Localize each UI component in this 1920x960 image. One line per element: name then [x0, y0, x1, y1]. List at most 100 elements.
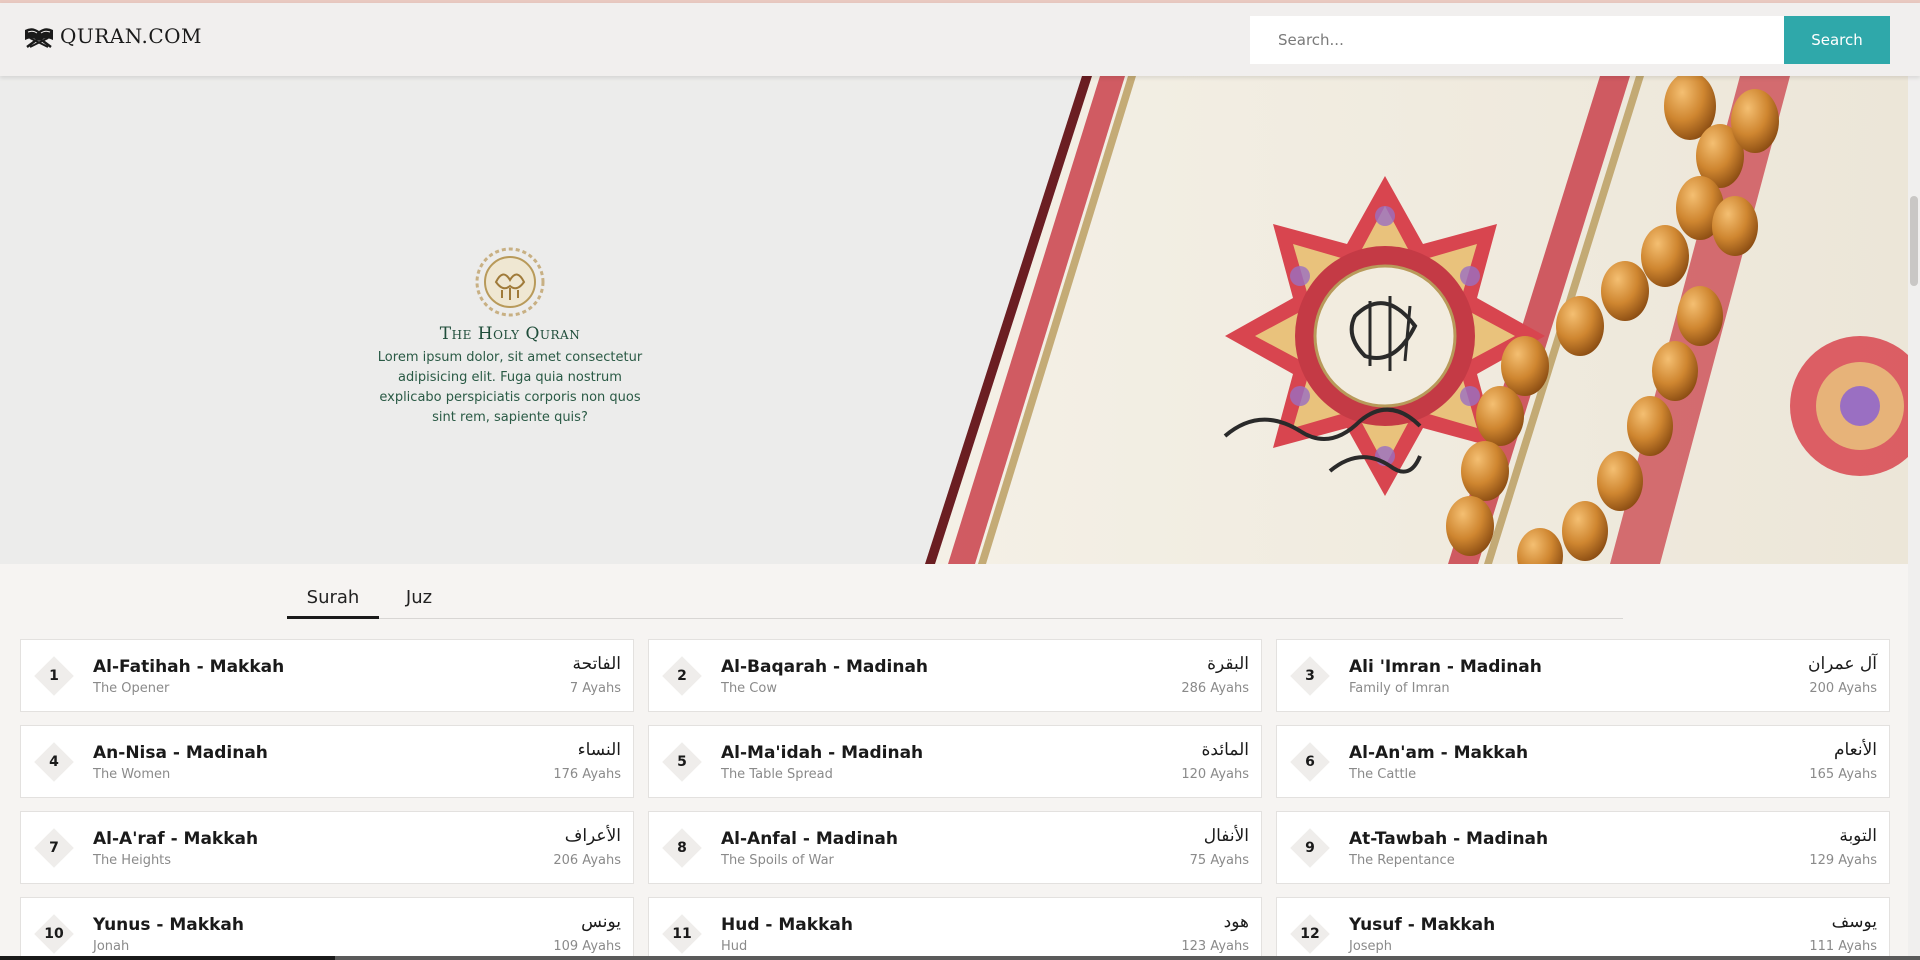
surah-arabic-name: الأنفال: [1203, 826, 1249, 846]
hero-text-block: The Holy Quran Lorem ipsum dolor, sit am…: [370, 246, 650, 428]
surah-number: 6: [1305, 754, 1315, 770]
surah-card[interactable]: 10 Yunus - Makkah Jonah يونس 109 Ayahs: [20, 897, 634, 960]
surah-number: 10: [44, 926, 64, 942]
surah-card[interactable]: 4 An-Nisa - Madinah The Women النساء 176 Aya…: [20, 725, 634, 798]
surah-name: Al-Anfal - Madinah: [721, 829, 898, 849]
surah-card[interactable]: 7 Al-A'raf - Makkah The Heights الأعراف 206 …: [20, 811, 634, 884]
surah-ayah-count: 75 Ayahs: [1189, 853, 1249, 868]
surah-ayah-count: 176 Ayahs: [553, 767, 621, 782]
surah-number-badge: 6: [1290, 742, 1330, 782]
surah-card[interactable]: 5 Al-Ma'idah - Madinah The Table Spread الم…: [648, 725, 1262, 798]
surah-card[interactable]: 3 Ali 'Imran - Madinah Family of Imran آل ع…: [1276, 639, 1890, 712]
surah-number-badge: 7: [34, 828, 74, 868]
surah-number: 3: [1305, 668, 1315, 684]
surah-ayah-count: 111 Ayahs: [1809, 939, 1877, 954]
site-logo[interactable]: QURAN.COM: [22, 24, 202, 48]
surah-number: 12: [1300, 926, 1320, 942]
surah-arabic-name: التوبة: [1839, 826, 1877, 846]
surah-number-badge: 9: [1290, 828, 1330, 868]
quran-emblem-icon: [475, 247, 545, 317]
quran-cover-image: [925, 76, 1920, 564]
surah-card[interactable]: 11 Hud - Makkah Hud هود 123 Ayahs: [648, 897, 1262, 960]
surah-name: Ali 'Imran - Madinah: [1349, 657, 1542, 677]
surah-number: 9: [1305, 840, 1315, 856]
surah-number-badge: 4: [34, 742, 74, 782]
surah-meaning: The Spoils of War: [721, 853, 834, 868]
surah-number-badge: 11: [662, 914, 702, 954]
surah-card[interactable]: 12 Yusuf - Makkah Joseph يوسف 111 Ayahs: [1276, 897, 1890, 960]
surah-number: 4: [49, 754, 59, 770]
surah-arabic-name: الأنعام: [1833, 740, 1877, 760]
surah-name: Al-Baqarah - Madinah: [721, 657, 929, 677]
surah-arabic-name: آل عمران: [1807, 654, 1877, 674]
surah-card[interactable]: 9 At-Tawbah - Madinah The Repentance التوبة…: [1276, 811, 1890, 884]
surah-card[interactable]: 1 Al-Fatihah - Makkah The Opener الفاتحة 7 A…: [20, 639, 634, 712]
search-input[interactable]: [1250, 16, 1784, 64]
surah-card[interactable]: 2 Al-Baqarah - Madinah The Cow البقرة 286 Ay…: [648, 639, 1262, 712]
surah-arabic-name: البقرة: [1207, 654, 1249, 674]
surah-name: At-Tawbah - Madinah: [1349, 829, 1549, 849]
hero-banner: The Holy Quran Lorem ipsum dolor, sit am…: [0, 76, 1920, 564]
surah-number: 2: [677, 668, 687, 684]
surah-card[interactable]: 8 Al-Anfal - Madinah The Spoils of War الأن…: [648, 811, 1262, 884]
hero-title: The Holy Quran: [439, 324, 581, 344]
surah-juz-tabs: Surah Juz: [287, 583, 1623, 619]
surah-meaning: The Table Spread: [721, 767, 833, 782]
surah-name: Al-Ma'idah - Madinah: [721, 743, 924, 763]
surah-meaning: The Repentance: [1349, 853, 1455, 868]
surah-number: 1: [49, 668, 59, 684]
surah-number-badge: 3: [1290, 656, 1330, 696]
surah-ayah-count: 7 Ayahs: [569, 681, 621, 696]
surah-meaning: Jonah: [93, 939, 130, 954]
surah-ayah-count: 206 Ayahs: [553, 853, 621, 868]
surah-arabic-name: هود: [1223, 912, 1249, 932]
surah-meaning: Joseph: [1349, 939, 1393, 954]
scrollbar-thumb[interactable]: [1910, 196, 1918, 286]
surah-name: Al-An'am - Makkah: [1349, 743, 1529, 763]
surah-ayah-count: 129 Ayahs: [1809, 853, 1877, 868]
surah-arabic-name: الفاتحة: [572, 654, 621, 674]
book-stand-icon: [22, 24, 56, 48]
surah-arabic-name: يوسف: [1831, 912, 1877, 932]
tab-juz[interactable]: Juz: [399, 587, 439, 619]
surah-number: 8: [677, 840, 687, 856]
surah-name: Hud - Makkah: [721, 915, 853, 935]
surah-arabic-name: الأعراف: [564, 826, 621, 846]
surah-arabic-name: المائدة: [1201, 740, 1249, 760]
surah-number: 11: [672, 926, 692, 942]
surah-ayah-count: 123 Ayahs: [1181, 939, 1249, 954]
surah-number-badge: 8: [662, 828, 702, 868]
surah-number: 5: [677, 754, 687, 770]
logo-text: QURAN.COM: [60, 24, 203, 48]
bottom-scroll-thumb: [0, 956, 335, 960]
surah-ayah-count: 165 Ayahs: [1809, 767, 1877, 782]
surah-card[interactable]: 6 Al-An'am - Makkah The Cattle الأنعام 165 A…: [1276, 725, 1890, 798]
surah-ayah-count: 120 Ayahs: [1181, 767, 1249, 782]
surah-meaning: Family of Imran: [1349, 681, 1450, 696]
surah-meaning: The Opener: [93, 681, 170, 696]
surah-number: 7: [49, 840, 59, 856]
page-scrollbar[interactable]: [1908, 76, 1920, 960]
hero-description: Lorem ipsum dolor, sit amet consectetur …: [377, 350, 643, 425]
surah-number-badge: 10: [34, 914, 74, 954]
surah-arabic-name: النساء: [577, 740, 621, 760]
surah-meaning: Hud: [721, 939, 748, 954]
surah-meaning: The Cattle: [1349, 767, 1417, 782]
surah-meaning: The Women: [93, 767, 171, 782]
search-button[interactable]: Search: [1784, 16, 1890, 64]
surah-number-badge: 1: [34, 656, 74, 696]
surah-meaning: The Heights: [93, 853, 172, 868]
surah-ayah-count: 200 Ayahs: [1809, 681, 1877, 696]
surah-meaning: The Cow: [721, 681, 777, 696]
tab-surah[interactable]: Surah: [287, 587, 379, 619]
site-header: QURAN.COM Search: [0, 3, 1920, 76]
bottom-scroll-indicator: [0, 956, 1920, 960]
surah-number-badge: 12: [1290, 914, 1330, 954]
surah-number-badge: 5: [662, 742, 702, 782]
surah-ayah-count: 286 Ayahs: [1181, 681, 1249, 696]
surah-number-badge: 2: [662, 656, 702, 696]
surah-name: Al-Fatihah - Makkah: [93, 657, 285, 677]
surah-name: An-Nisa - Madinah: [93, 743, 268, 763]
surah-ayah-count: 109 Ayahs: [553, 939, 621, 954]
surah-arabic-name: يونس: [581, 912, 621, 932]
